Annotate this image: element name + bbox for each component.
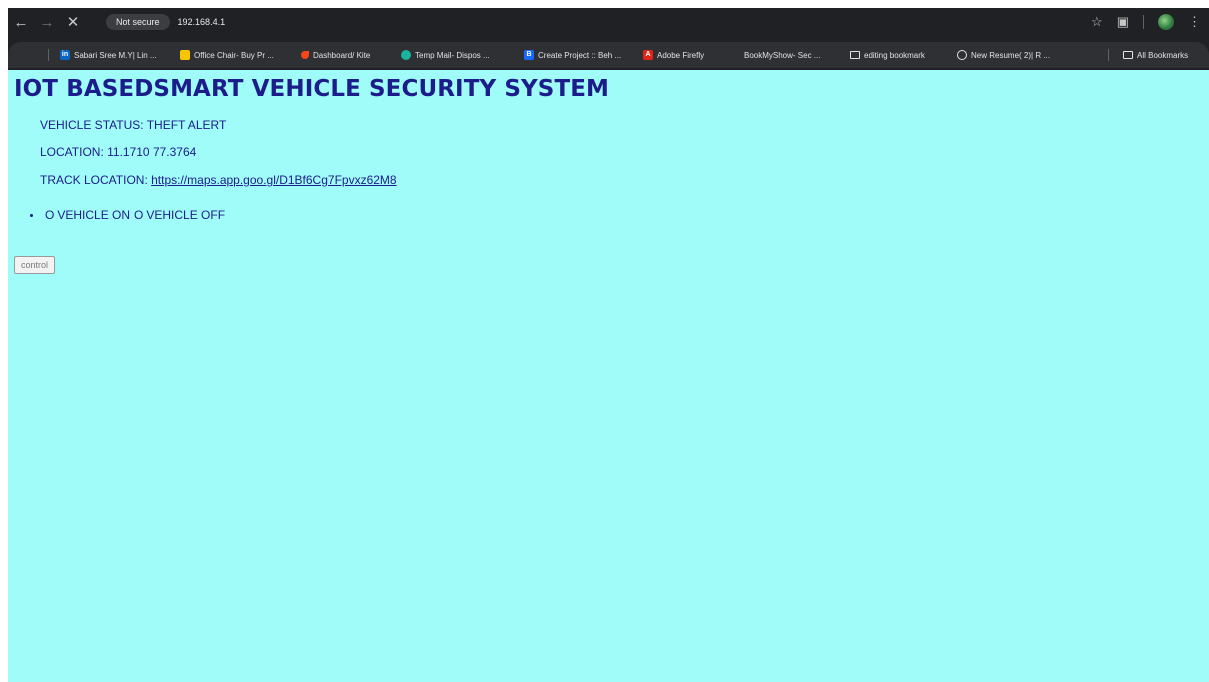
folder-icon: [1123, 51, 1133, 59]
back-icon[interactable]: ←: [8, 10, 34, 34]
control-button[interactable]: control: [14, 256, 56, 274]
bookmark-new-resume[interactable]: New Resume( 2)| R ...: [957, 50, 1050, 60]
bookmark-label: Adobe Firefly: [657, 50, 705, 60]
list-bullet: [30, 213, 33, 217]
bookmark-bookmyshow[interactable]: BookMyShow- Sec ...: [744, 51, 820, 60]
track-location-label: TRACK LOCATION:: [40, 173, 152, 187]
bookmarks-divider: [48, 49, 49, 61]
bookmark-label: editing bookmark: [864, 50, 925, 60]
all-bookmarks-folder[interactable]: All Bookmarks: [1123, 51, 1188, 60]
bookmark-kite[interactable]: Dashboard/ Kite: [301, 51, 370, 60]
globe-icon: [957, 50, 967, 60]
bookmark-label: Sabari Sree M.Y| Lin ...: [74, 50, 157, 60]
bookmark-label: BookMyShow- Sec ...: [744, 50, 821, 60]
flipkart-icon: [180, 50, 190, 60]
track-location: TRACK LOCATION: https://maps.app.goo.gl/…: [40, 173, 397, 187]
bookmark-linkedin[interactable]: in Sabari Sree M.Y| Lin ...: [60, 50, 157, 60]
bookmark-label: Office Chair- Buy Pr ...: [194, 50, 274, 60]
bookmark-label: Dashboard/ Kite: [313, 50, 371, 60]
bookmark-label: Temp Mail- Dispos ...: [415, 50, 490, 60]
tempmail-icon: [401, 50, 411, 60]
url-text[interactable]: 192.168.4.1: [178, 17, 226, 27]
bookmarks-bar: in Sabari Sree M.Y| Lin ... Office Chair…: [8, 42, 1209, 68]
linkedin-icon: in: [60, 50, 70, 60]
bookmark-temp-mail[interactable]: Temp Mail- Dispos ...: [401, 50, 490, 60]
behance-icon: B: [524, 50, 534, 60]
page-title: IOT BASEDSMART VEHICLE SECURITY SYSTEM: [14, 76, 610, 102]
kite-icon: [301, 51, 309, 59]
vehicle-on-radio[interactable]: O: [45, 208, 54, 222]
stop-loading-icon[interactable]: ✕: [60, 10, 86, 34]
vehicle-off-label: VEHICLE OFF: [146, 208, 226, 222]
browser-toolbar: ← → ✕ Not secure 192.168.4.1 ☆ ▣ ⋮: [8, 8, 1209, 36]
bookmark-editing-folder[interactable]: editing bookmark: [850, 51, 925, 60]
bookmark-behance[interactable]: B Create Project :: Beh ...: [524, 50, 621, 60]
bookmark-label: New Resume( 2)| R ...: [971, 50, 1050, 60]
track-location-link[interactable]: https://maps.app.goo.gl/D1Bf6Cg7Fpvxz62M…: [151, 173, 396, 187]
adobe-icon: A: [643, 50, 653, 60]
bookmark-label: Create Project :: Beh ...: [538, 50, 622, 60]
page-content: IOT BASEDSMART VEHICLE SECURITY SYSTEM: [8, 76, 1209, 102]
folder-icon: [850, 51, 860, 59]
vehicle-status: VEHICLE STATUS: THEFT ALERT: [40, 118, 227, 132]
vehicle-off-radio[interactable]: O: [134, 208, 143, 222]
vehicle-control-radios: O VEHICLE ON O VEHICLE OFF: [30, 208, 225, 222]
all-bookmarks-label: All Bookmarks: [1137, 50, 1189, 60]
browser-window: ← → ✕ Not secure 192.168.4.1 ☆ ▣ ⋮ in Sa…: [8, 8, 1209, 682]
toolbar-divider: [1143, 15, 1144, 29]
bookmark-star-icon[interactable]: ☆: [1091, 14, 1103, 30]
location-text: LOCATION: 11.1710 77.3764: [40, 145, 197, 159]
toolbar-right: ☆ ▣ ⋮: [1091, 10, 1201, 34]
menu-kebab-icon[interactable]: ⋮: [1188, 14, 1201, 30]
forward-icon[interactable]: →: [34, 10, 60, 34]
browser-chrome: ← → ✕ Not secure 192.168.4.1 ☆ ▣ ⋮ in Sa…: [8, 8, 1209, 70]
security-chip[interactable]: Not secure: [106, 14, 170, 30]
bookmark-office-chair[interactable]: Office Chair- Buy Pr ...: [180, 50, 274, 60]
extensions-icon[interactable]: ▣: [1117, 14, 1129, 30]
bookmarks-divider: [1108, 49, 1109, 61]
bookmark-adobe-firefly[interactable]: A Adobe Firefly: [643, 50, 704, 60]
vehicle-on-label: VEHICLE ON: [57, 208, 131, 222]
address-bar[interactable]: Not secure 192.168.4.1: [106, 10, 1059, 34]
profile-avatar-icon[interactable]: [1158, 14, 1174, 30]
